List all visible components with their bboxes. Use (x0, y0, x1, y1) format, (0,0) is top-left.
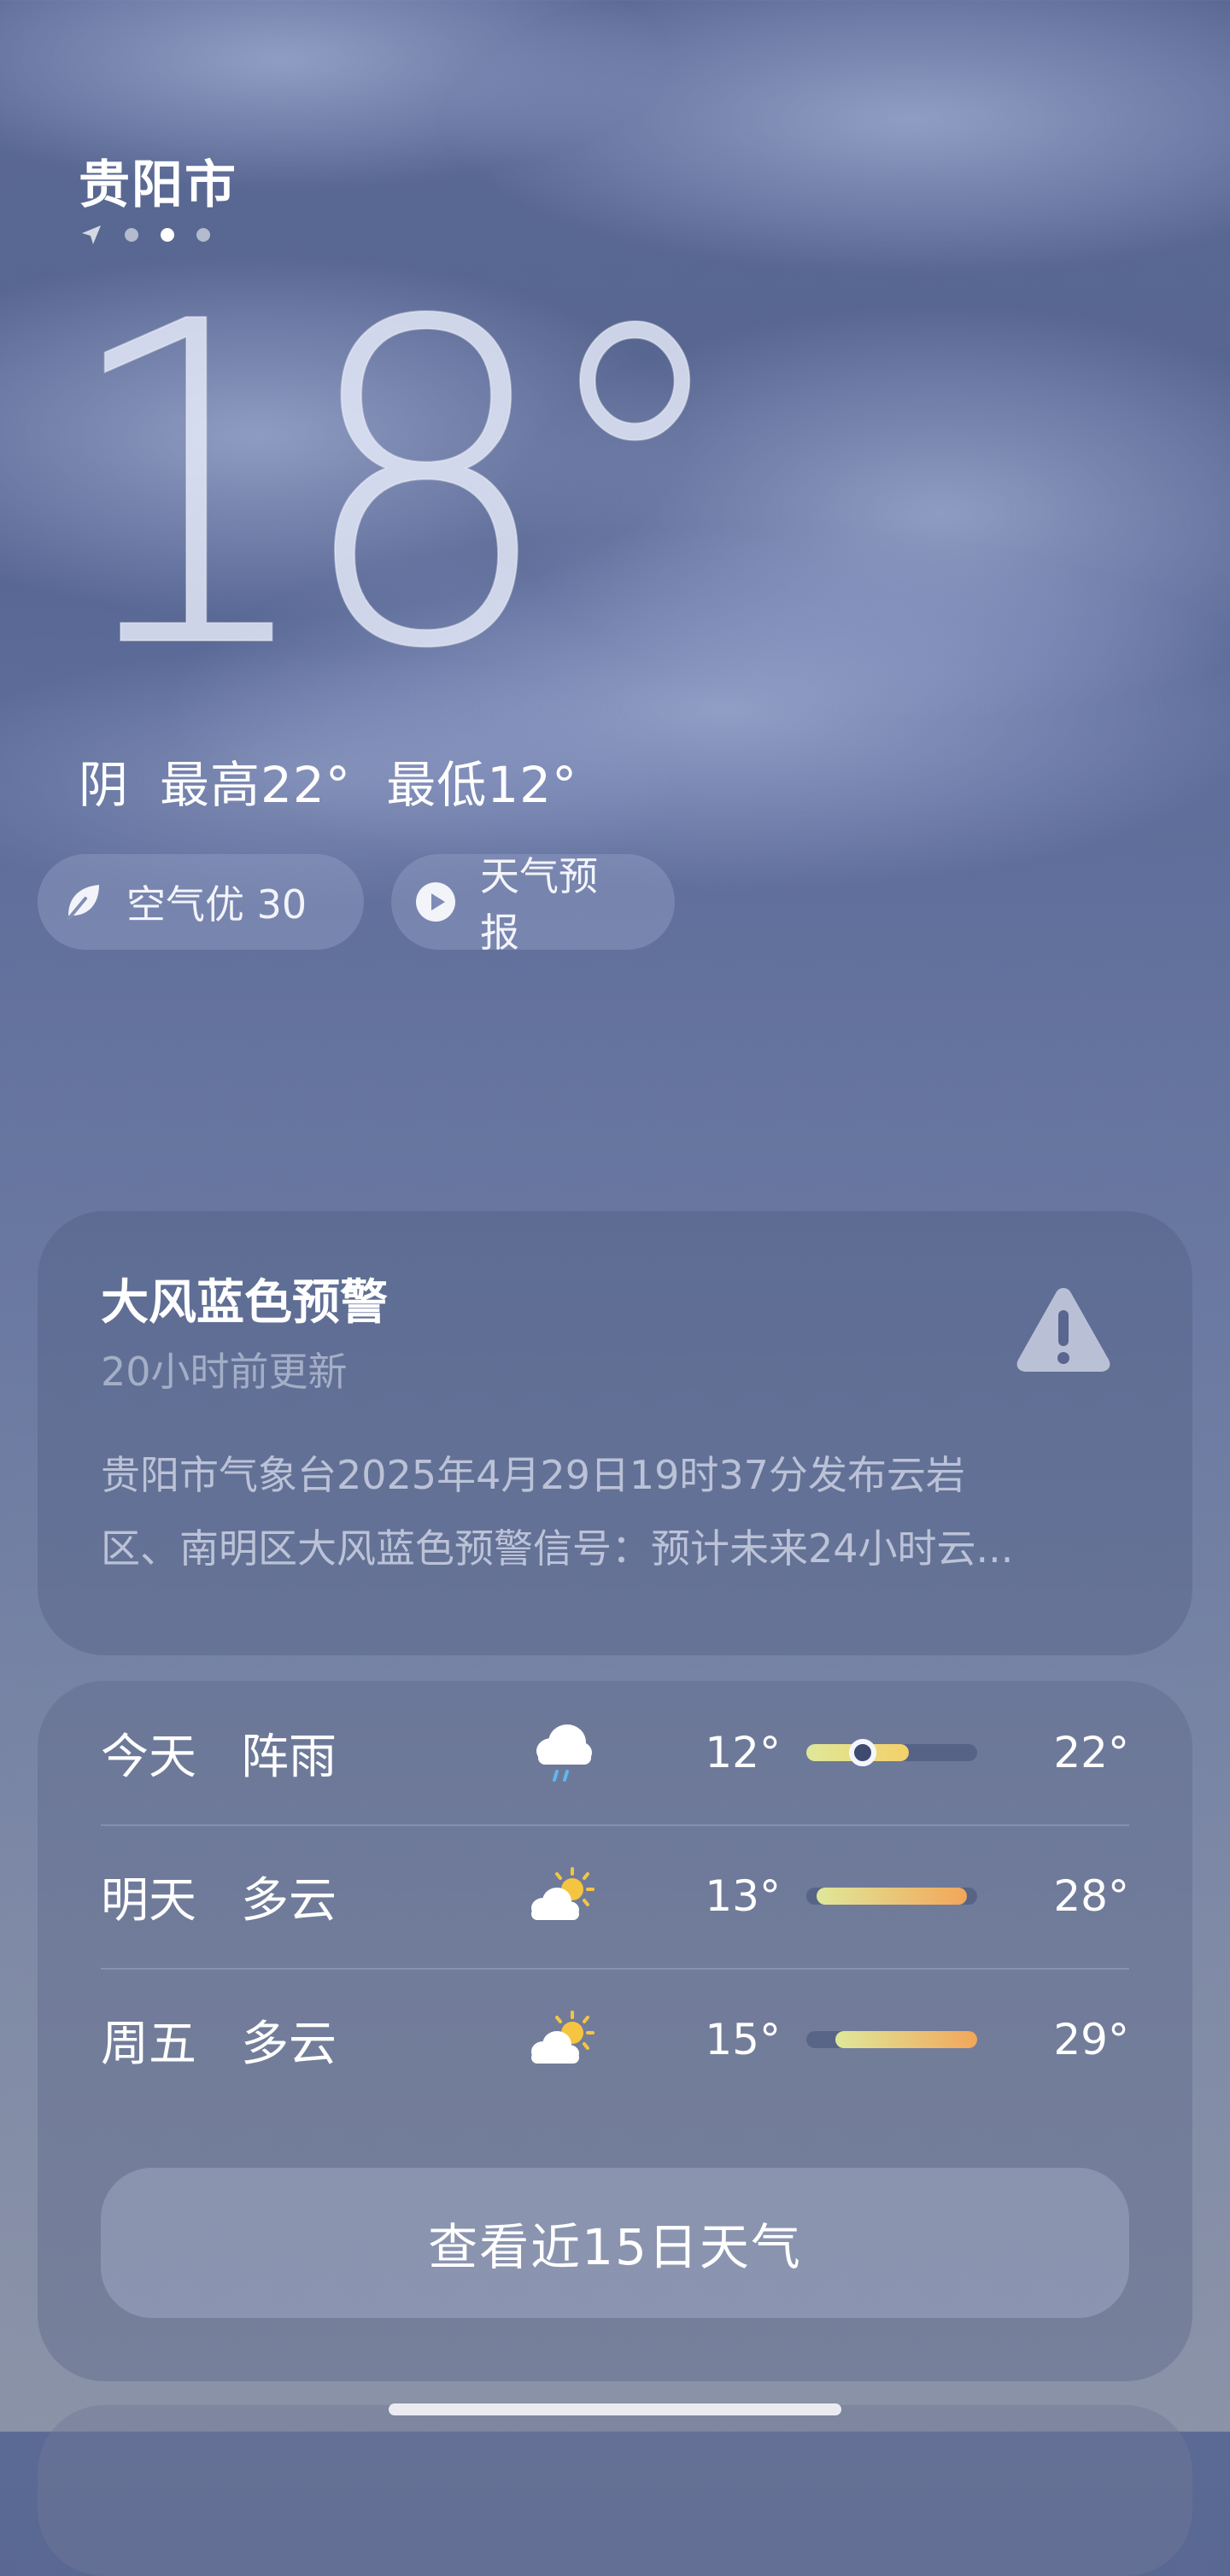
temperature-range-bar (806, 2031, 977, 2048)
forecast-high: 29° (1053, 2015, 1129, 2064)
warning-body-line: 贵阳市气象台2025年4月29日19时37分发布云岩 (101, 1452, 965, 1498)
warning-triangle-icon (1016, 1288, 1110, 1372)
forecast-low: 13° (705, 1871, 781, 1921)
rain-cloud-icon (523, 1718, 601, 1787)
temperature-range-bar (806, 1739, 977, 1766)
forecast-day: 周五 (101, 2016, 196, 2072)
air-quality-label: 空气优 30 (126, 881, 308, 928)
condition-line: 阴 最高22° 最低12° (79, 745, 577, 817)
forecast-row-friday[interactable]: 周五 多云 15° 29° (101, 1968, 1129, 2111)
forecast-condition: 多云 (241, 2016, 337, 2072)
play-icon (415, 881, 456, 922)
current-temp-marker (849, 1739, 876, 1766)
forecast-condition: 阵雨 (241, 1729, 337, 1785)
warning-title: 大风蓝色预警 (101, 1275, 388, 1331)
temperature-range-fill (835, 2031, 977, 2048)
weather-forecast-chip[interactable]: 天气预报 (391, 853, 675, 956)
partly-cloudy-icon (523, 1862, 601, 1930)
high-temp: 最高22° (160, 756, 351, 814)
forecast-day: 今天 (101, 1729, 196, 1785)
daily-forecast-card: 今天 阵雨 12° 22° 明天 多云 13° 28° 周五 多云 15° 29… (38, 1681, 1192, 2381)
forecast-low: 15° (705, 2015, 781, 2064)
temperature-range-fill (817, 1888, 967, 1905)
weather-forecast-label: 天气预报 (480, 853, 598, 956)
forecast-day: 明天 (101, 1872, 196, 1929)
warning-body: 贵阳市气象台2025年4月29日19时37分发布云岩 区、南明区大风蓝色预警信号… (101, 1438, 1143, 1585)
current-temperature: 18° (59, 228, 738, 746)
forecast-high: 28° (1053, 1871, 1129, 1921)
weather-warning-card[interactable]: 大风蓝色预警 20小时前更新 贵阳市气象台2025年4月29日19时37分发布云… (38, 1211, 1192, 1655)
partly-cloudy-icon (523, 2005, 601, 2074)
home-indicator[interactable] (389, 2403, 841, 2415)
city-name[interactable]: 贵阳市 (79, 143, 237, 218)
low-temp: 最低12° (386, 756, 578, 814)
leaf-icon (62, 881, 102, 922)
view-15-day-forecast-button[interactable]: 查看近15日天气 (101, 2168, 1129, 2318)
forecast-high: 22° (1053, 1728, 1129, 1777)
warning-body-line: 区、南明区大风蓝色预警信号：预计未来24小时云... (101, 1525, 1014, 1572)
forecast-low: 12° (705, 1728, 781, 1777)
high-low: 最高22° 最低12° (160, 745, 577, 817)
forecast-row-tomorrow[interactable]: 明天 多云 13° 28° (101, 1824, 1129, 1968)
next-card-peek (38, 2405, 1192, 2576)
forecast-condition: 多云 (241, 1872, 337, 1929)
warning-updated-time: 20小时前更新 (101, 1349, 348, 1395)
forecast-row-today[interactable]: 今天 阵雨 12° 22° (101, 1681, 1129, 1824)
current-condition: 阴 (79, 756, 130, 814)
air-quality-chip[interactable]: 空气优 30 (38, 854, 364, 950)
temperature-range-bar (806, 1888, 977, 1905)
